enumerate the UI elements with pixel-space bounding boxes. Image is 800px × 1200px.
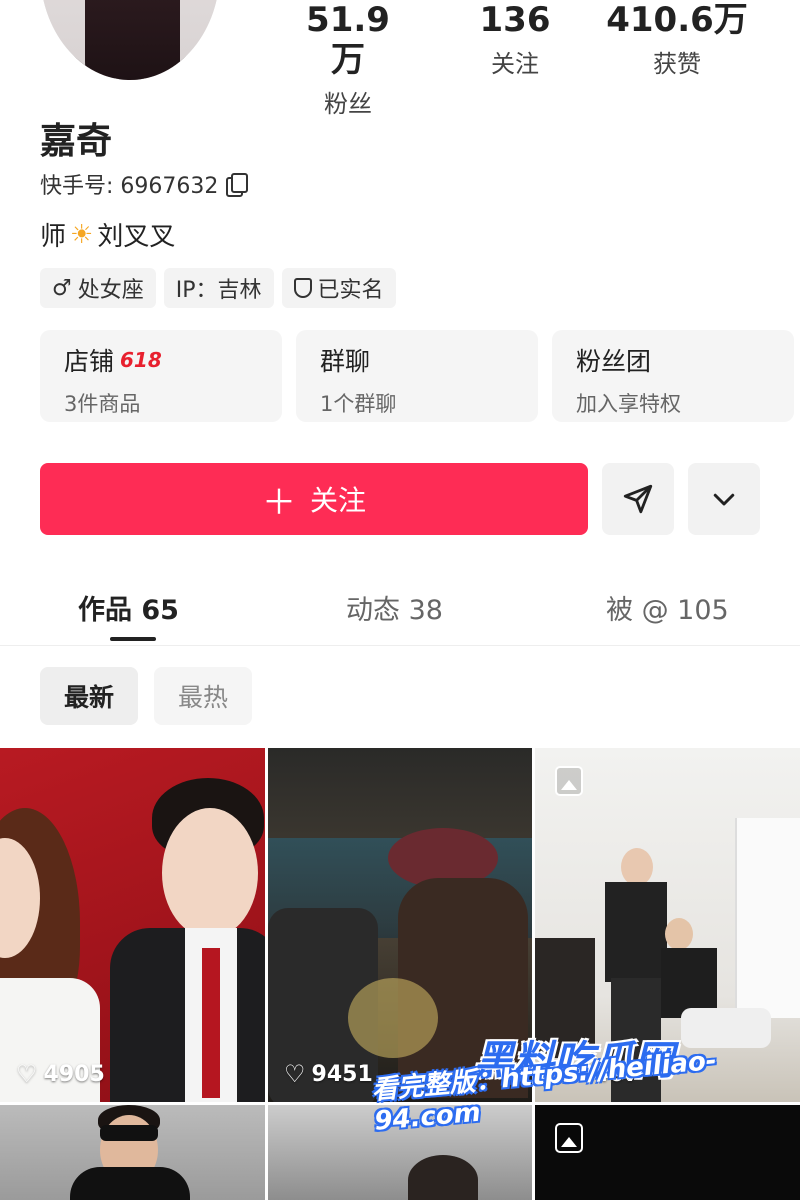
stat-label: 粉丝 bbox=[324, 90, 372, 118]
tag-label: 已实名 bbox=[317, 278, 384, 303]
content-tabs: 作品 65 动态 38 被 @ 105 bbox=[0, 570, 800, 646]
stat-likes[interactable]: 410.6万 获赞 bbox=[602, 0, 752, 79]
shield-icon bbox=[293, 278, 312, 298]
avatar[interactable] bbox=[40, 0, 220, 80]
tag-label: 处女座 bbox=[77, 278, 144, 303]
card-subtitle: 1个群聊 bbox=[320, 392, 397, 416]
image-post-icon bbox=[555, 1123, 583, 1153]
male-icon: ♂ bbox=[52, 275, 72, 301]
bio: 师 ☀ 刘叉叉 bbox=[40, 216, 175, 253]
profile-tags: ♂ 处女座 IP：吉林 已实名 bbox=[40, 268, 396, 308]
stat-label: 关注 bbox=[491, 50, 539, 78]
share-button[interactable] bbox=[602, 463, 674, 535]
card-title: 群聊 bbox=[320, 347, 371, 376]
copy-icon[interactable] bbox=[226, 173, 249, 197]
sort-options: 最新 最热 bbox=[40, 667, 253, 725]
card-fan-club[interactable]: 粉丝团 加入享特权 bbox=[552, 330, 794, 422]
chevron-down-icon bbox=[713, 493, 735, 506]
tab-mentioned[interactable]: 被 @ 105 bbox=[606, 588, 729, 627]
tab-underline bbox=[110, 637, 156, 641]
sun-icon: ☀ bbox=[70, 219, 94, 250]
heart-icon: ♡ bbox=[16, 1060, 38, 1088]
follow-button[interactable]: ＋ 关注 bbox=[40, 463, 588, 535]
card-shop[interactable]: 店铺 618 3件商品 bbox=[40, 330, 282, 422]
sort-hottest[interactable]: 最热 bbox=[154, 667, 253, 725]
stat-following[interactable]: 136 关注 bbox=[470, 0, 560, 79]
profile-name: 嘉奇 bbox=[40, 121, 113, 162]
thumbnail-person bbox=[0, 808, 110, 1102]
bio-prefix: 师 bbox=[40, 222, 67, 252]
like-count: ♡ 4905 bbox=[16, 1060, 105, 1088]
heart-icon: ♡ bbox=[284, 1060, 306, 1088]
profile-cards: 店铺 618 3件商品 群聊 1个群聊 粉丝团 加入享特权 bbox=[40, 330, 794, 422]
thumbnail-person bbox=[110, 778, 265, 1102]
stat-fans[interactable]: 51.9万 粉丝 bbox=[292, 0, 404, 119]
follow-label: 关注 bbox=[309, 484, 366, 517]
more-dropdown-button[interactable] bbox=[688, 463, 760, 535]
tab-works[interactable]: 作品 65 bbox=[78, 588, 179, 627]
thumbnail-person bbox=[70, 1105, 190, 1200]
card-subtitle: 加入享特权 bbox=[576, 392, 681, 416]
tag-label: IP：吉林 bbox=[175, 278, 262, 303]
card-subtitle: 3件商品 bbox=[64, 392, 141, 416]
sort-latest[interactable]: 最新 bbox=[40, 667, 139, 725]
bio-suffix: 刘叉叉 bbox=[97, 222, 176, 252]
image-post-icon bbox=[555, 766, 583, 796]
card-title: 店铺 bbox=[64, 347, 115, 376]
plus-icon: ＋ bbox=[261, 482, 296, 523]
stat-value: 51.9万 bbox=[306, 0, 390, 80]
card-group-chat[interactable]: 群聊 1个群聊 bbox=[296, 330, 538, 422]
card-title: 粉丝团 bbox=[576, 347, 652, 376]
tag-zodiac: ♂ 处女座 bbox=[40, 268, 156, 308]
stat-value: 136 bbox=[479, 0, 551, 40]
tag-ip: IP：吉林 bbox=[163, 268, 274, 308]
video-tile[interactable] bbox=[0, 1105, 265, 1200]
like-count: ♡ 9451 bbox=[284, 1060, 373, 1088]
tag-verified: 已实名 bbox=[281, 268, 396, 308]
kuaishou-id: 快手号: 6967632 bbox=[40, 174, 219, 199]
stat-value: 410.6万 bbox=[606, 0, 748, 40]
tab-dynamic[interactable]: 动态 38 bbox=[346, 588, 443, 627]
badge-618: 618 bbox=[120, 348, 162, 372]
stat-label: 获赞 bbox=[653, 50, 701, 78]
video-tile[interactable]: ♡ 4905 bbox=[0, 748, 265, 1102]
send-icon bbox=[623, 484, 653, 514]
kuaishou-id-row: 快手号: 6967632 bbox=[40, 168, 249, 200]
